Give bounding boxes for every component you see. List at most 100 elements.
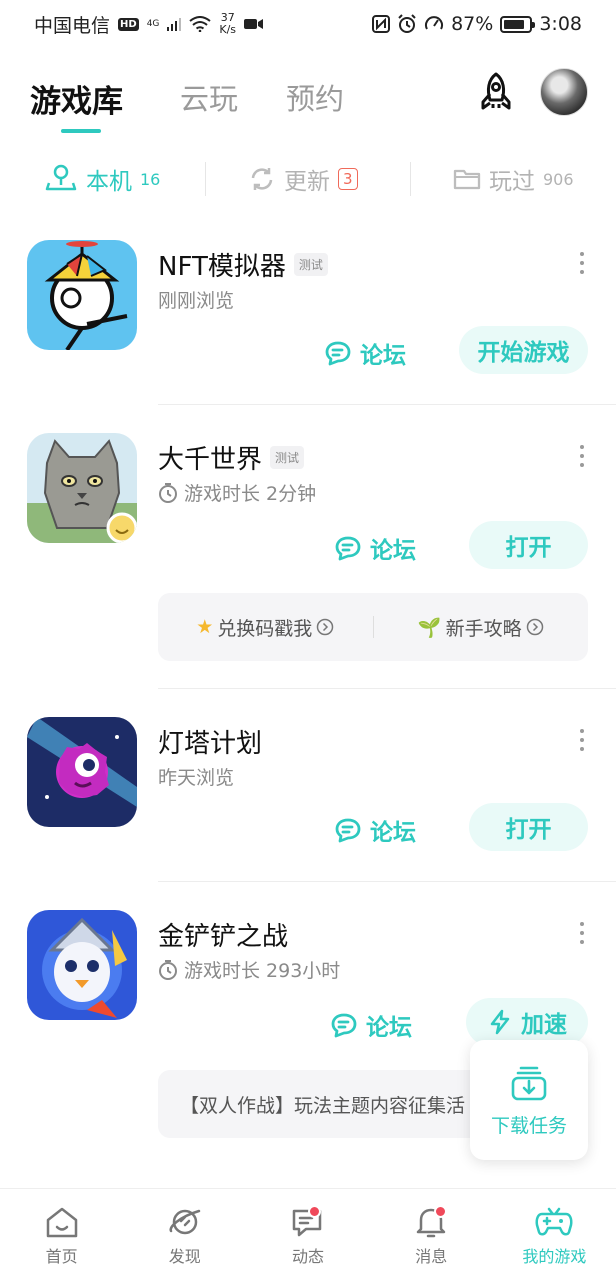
game-icon[interactable]	[27, 717, 137, 827]
arrow-circle-icon	[317, 618, 334, 636]
forum-icon	[325, 341, 351, 366]
nav-discover[interactable]: 发现	[123, 1189, 246, 1280]
game-title: 大千世界	[158, 445, 263, 475]
gamepad-icon	[535, 1207, 573, 1236]
sub-tabs: 本机 16 更新 3 玩过 906	[0, 154, 616, 204]
open-button[interactable]: 打开	[469, 521, 588, 569]
nav-my-games-label: 我的游戏	[522, 1247, 587, 1266]
game-name[interactable]: 大千世界 测试	[158, 439, 305, 476]
nav-messages-label: 消息	[415, 1247, 448, 1266]
forum-icon	[335, 536, 361, 561]
battery-percent: 87%	[451, 13, 494, 35]
rocket-icon[interactable]	[474, 70, 518, 114]
stopwatch-icon	[159, 482, 177, 503]
game-status: 昨天浏览	[158, 763, 234, 790]
game-playtime-text: 游戏时长 2分钟	[184, 483, 317, 505]
subtab-update[interactable]: 更新 3	[248, 162, 358, 196]
redeem-code-link[interactable]: ★ 兑换码戳我	[158, 614, 373, 641]
nav-messages[interactable]: 消息	[370, 1189, 493, 1280]
carrier-label: 中国电信	[34, 14, 111, 37]
status-bar: 中国电信 HD 4G 37 K/s 87% 3:08	[0, 0, 616, 48]
net-speed-unit: K/s	[219, 23, 237, 36]
game-title: 金铲铲之战	[158, 922, 289, 952]
game-name[interactable]: 金铲铲之战	[158, 916, 288, 953]
open-button[interactable]: 打开	[469, 803, 588, 851]
sprout-icon: 🌱	[417, 616, 442, 639]
avatar[interactable]	[540, 68, 588, 116]
game-status: 刚刚浏览	[158, 286, 234, 313]
subtab-local[interactable]: 本机 16	[44, 162, 160, 196]
forum-icon	[331, 1013, 357, 1038]
nft-simulator-icon	[27, 240, 137, 350]
subtab-update-label: 更新	[284, 169, 330, 195]
beginner-guide-label: 新手攻略	[445, 617, 522, 640]
nav-home[interactable]: 首页	[0, 1189, 123, 1280]
game-banner: ★ 兑换码戳我 🌱 新手攻略	[158, 593, 588, 661]
forum-label: 论坛	[370, 820, 416, 846]
subtab-played[interactable]: 玩过 906	[453, 162, 574, 196]
accelerate-label: 加速	[521, 1012, 567, 1038]
refresh-icon	[251, 168, 273, 190]
redeem-code-label: 兑换码戳我	[217, 617, 313, 640]
planet-icon	[169, 1209, 201, 1235]
more-options-icon[interactable]	[578, 445, 586, 467]
tab-reservation[interactable]: 预约	[286, 76, 344, 118]
folder-icon	[453, 169, 481, 190]
speedometer-icon	[425, 16, 444, 30]
home-icon	[46, 1207, 77, 1238]
forum-button[interactable]: 论坛	[330, 1008, 412, 1042]
nav-home-label: 首页	[45, 1247, 78, 1266]
beta-tag: 测试	[270, 446, 305, 469]
game-status-text: 刚刚浏览	[158, 290, 235, 312]
cat-game-icon	[27, 433, 137, 543]
clock: 3:08	[539, 13, 582, 35]
stopwatch-icon	[159, 959, 177, 980]
game-playtime: 游戏时长 293小时	[158, 956, 340, 983]
beginner-guide-link[interactable]: 🌱 新手攻略	[374, 614, 589, 641]
forum-label: 论坛	[370, 538, 416, 564]
more-options-icon[interactable]	[578, 252, 586, 274]
game-name[interactable]: 灯塔计划	[158, 723, 262, 760]
game-title: NFT模拟器	[158, 252, 286, 282]
net-speed: 37 K/s	[219, 12, 236, 36]
signal-label: 4G	[146, 18, 160, 29]
download-icon	[511, 1066, 547, 1100]
more-options-icon[interactable]	[578, 922, 586, 944]
bottom-nav: 首页 发现 动态 消息 我的游戏	[0, 1188, 616, 1280]
download-tasks-label: 下载任务	[490, 1114, 567, 1137]
forum-label: 论坛	[366, 1015, 412, 1041]
beta-tag: 测试	[293, 253, 328, 276]
nav-feed[interactable]: 动态	[246, 1189, 369, 1280]
nav-discover-label: 发现	[168, 1247, 201, 1266]
alarm-icon	[398, 14, 416, 33]
subtab-played-label: 玩过	[489, 169, 535, 195]
forum-button[interactable]: 论坛	[324, 336, 406, 370]
nfc-icon	[372, 15, 391, 33]
game-title: 灯塔计划	[158, 729, 263, 759]
notification-dot	[433, 1205, 447, 1218]
more-options-icon[interactable]	[578, 729, 586, 751]
forum-icon	[335, 818, 361, 843]
accelerate-button[interactable]: 加速	[466, 998, 588, 1046]
start-game-button[interactable]: 开始游戏	[459, 326, 588, 374]
tab-game-library[interactable]: 游戏库	[30, 76, 123, 121]
download-tasks-button[interactable]: 下载任务	[470, 1040, 588, 1160]
game-name[interactable]: NFT模拟器 测试	[158, 246, 328, 283]
subtab-played-count: 906	[543, 169, 574, 189]
forum-button[interactable]: 论坛	[334, 531, 416, 565]
forum-button[interactable]: 论坛	[334, 813, 416, 847]
nav-feed-label: 动态	[292, 1247, 325, 1266]
tab-active-indicator	[61, 129, 101, 133]
nav-my-games[interactable]: 我的游戏	[493, 1189, 616, 1280]
game-icon[interactable]	[27, 240, 137, 350]
game-icon[interactable]	[27, 433, 137, 543]
tab-cloud-play[interactable]: 云玩	[180, 76, 238, 118]
top-nav: 游戏库 云玩 预约	[0, 62, 616, 133]
update-count-badge: 3	[338, 168, 358, 190]
arrow-circle-icon	[526, 618, 543, 636]
game-icon[interactable]	[27, 910, 137, 1020]
forum-label: 论坛	[360, 343, 406, 369]
golden-spatula-icon	[27, 910, 137, 1020]
subtab-local-label: 本机	[86, 169, 132, 195]
star-icon: ★	[196, 616, 214, 638]
